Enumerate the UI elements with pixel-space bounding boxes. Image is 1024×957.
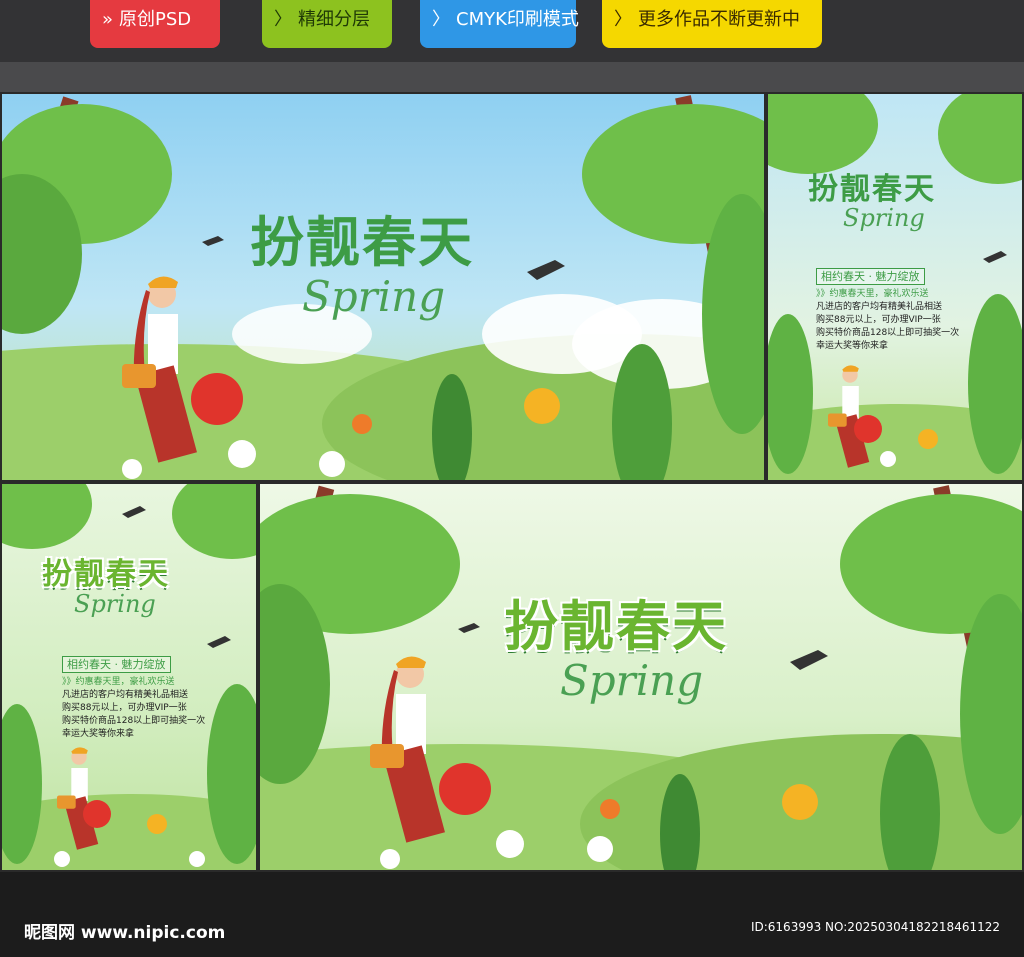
promo-subtitle: 相约春天 · 魅力绽放 — [62, 656, 171, 673]
promo-line: 幸运大奖等你来拿 — [816, 341, 889, 351]
poster-vertical-left: 扮靓春天 Spring 相约春天 · 魅力绽放 》》约惠春天里，豪礼欢乐送 凡进… — [0, 482, 258, 872]
promo-text-block: 相约春天 · 魅力绽放 》》约惠春天里，豪礼欢乐送 凡进店的客户均有精美礼品相送… — [62, 656, 205, 741]
site-logo: 昵图网 www.nipic.com — [24, 923, 226, 943]
promo-line: 购买特价商品128以上即可抽奖一次 — [62, 716, 206, 726]
promo-line: 幸运大奖等你来拿 — [62, 729, 135, 739]
tag-fine-layers: 〉精细分层 — [262, 0, 392, 48]
promo-line: 凡进店的客户均有精美礼品相送 — [816, 302, 943, 312]
promo-intro: 》》约惠春天里，豪礼欢乐送 — [62, 677, 175, 687]
tag-more-works: 〉更多作品不断更新中 — [602, 0, 822, 48]
spring-script: Spring — [843, 204, 925, 232]
promo-intro: 》》约惠春天里，豪礼欢乐送 — [816, 289, 929, 299]
promo-line: 凡进店的客户均有精美礼品相送 — [62, 690, 189, 700]
footer-bar — [0, 872, 1024, 957]
chevron-icon: 〉 — [274, 9, 292, 30]
promo-line: 购买88元以上，可办理VIP一张 — [62, 703, 187, 713]
promo-line: 购买特价商品128以上即可抽奖一次 — [816, 328, 960, 338]
poster-vertical-right: 扮靓春天 Spring 相约春天 · 魅力绽放 》》约惠春天里，豪礼欢乐送 凡进… — [766, 92, 1024, 482]
headline-text: 扮靓春天 — [808, 172, 936, 207]
spring-script: Spring — [74, 590, 156, 618]
chevron-icon: 〉 — [432, 9, 450, 30]
chevron-icon: 〉 — [614, 9, 632, 30]
tag-cmyk: 〉 CMYK印刷模式 — [420, 0, 579, 48]
spring-script: Spring — [302, 272, 446, 321]
promo-subtitle: 相约春天 · 魅力绽放 — [816, 268, 925, 285]
image-id-text: ID:6163993 NO:20250304182218461122 — [750, 920, 1000, 934]
promo-line: 购买88元以上，可办理VIP一张 — [816, 315, 941, 325]
double-chevron-icon: » — [102, 9, 114, 30]
poster-wide-bottom: 扮靓春天 Spring — [258, 482, 1024, 872]
tag-original-psd: » 原创PSD — [90, 0, 220, 48]
headline-text: 扮靓春天 — [42, 557, 170, 592]
gray-band — [0, 62, 1024, 92]
headline-text: 扮靓春天 — [250, 211, 474, 274]
promo-text-block: 相约春天 · 魅力绽放 》》约惠春天里，豪礼欢乐送 凡进店的客户均有精美礼品相送… — [816, 268, 959, 353]
headline-text: 扮靓春天 — [504, 595, 728, 658]
spring-script: Spring — [560, 656, 704, 705]
poster-wide-top: 扮靓春天 Spring — [0, 92, 766, 482]
